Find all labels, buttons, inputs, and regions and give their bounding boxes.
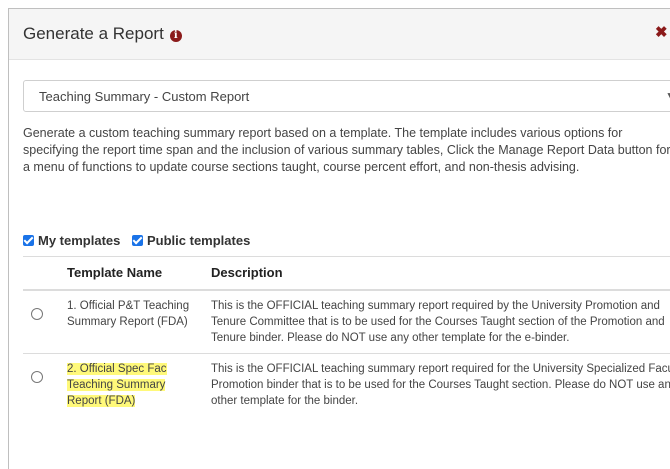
public-templates-checkbox[interactable]: Public templates bbox=[132, 233, 250, 248]
my-templates-label: My templates bbox=[38, 233, 121, 248]
templates-table: Template Name Description 1. Official P&… bbox=[23, 256, 670, 416]
modal-title: Generate a Report i bbox=[23, 24, 182, 44]
checkbox-checked-icon[interactable] bbox=[23, 235, 34, 246]
template-description: This is the OFFICIAL teaching summary re… bbox=[205, 289, 670, 354]
info-icon[interactable]: i bbox=[169, 30, 182, 42]
description-header: Description bbox=[205, 256, 670, 291]
template-name-header: Template Name bbox=[61, 256, 205, 291]
report-type-selected: Teaching Summary - Custom Report bbox=[39, 89, 250, 104]
generate-report-modal: Generate a Report i ✖ Teaching Summary - … bbox=[8, 8, 670, 469]
template-radio[interactable] bbox=[31, 308, 43, 320]
my-templates-checkbox[interactable]: My templates bbox=[23, 233, 120, 248]
template-name: 1. Official P&T Teaching Summary Report … bbox=[61, 289, 205, 354]
table-row[interactable]: 1. Official P&T Teaching Summary Report … bbox=[23, 289, 670, 354]
template-description: This is the OFFICIAL teaching summary re… bbox=[205, 353, 670, 416]
public-templates-label: Public templates bbox=[147, 233, 251, 248]
table-row[interactable]: 2. Official Spec Fac Teaching Summary Re… bbox=[23, 353, 670, 416]
modal-title-text: Generate a Report bbox=[23, 24, 164, 43]
report-type-select[interactable]: Teaching Summary - Custom Report ▼ bbox=[23, 80, 670, 112]
checkbox-checked-icon[interactable] bbox=[132, 235, 143, 246]
modal-header: Generate a Report i ✖ bbox=[9, 9, 670, 60]
chevron-down-icon: ▼ bbox=[665, 89, 670, 103]
template-radio[interactable] bbox=[31, 371, 43, 383]
radio-column-header bbox=[23, 256, 61, 291]
template-name: 2. Official Spec Fac Teaching Summary Re… bbox=[67, 363, 167, 407]
report-description: Generate a custom teaching summary repor… bbox=[23, 126, 670, 174]
table-header-row: Template Name Description bbox=[23, 256, 670, 291]
template-filters: My templates Public templates bbox=[23, 233, 258, 248]
close-icon[interactable]: ✖ bbox=[655, 25, 668, 40]
